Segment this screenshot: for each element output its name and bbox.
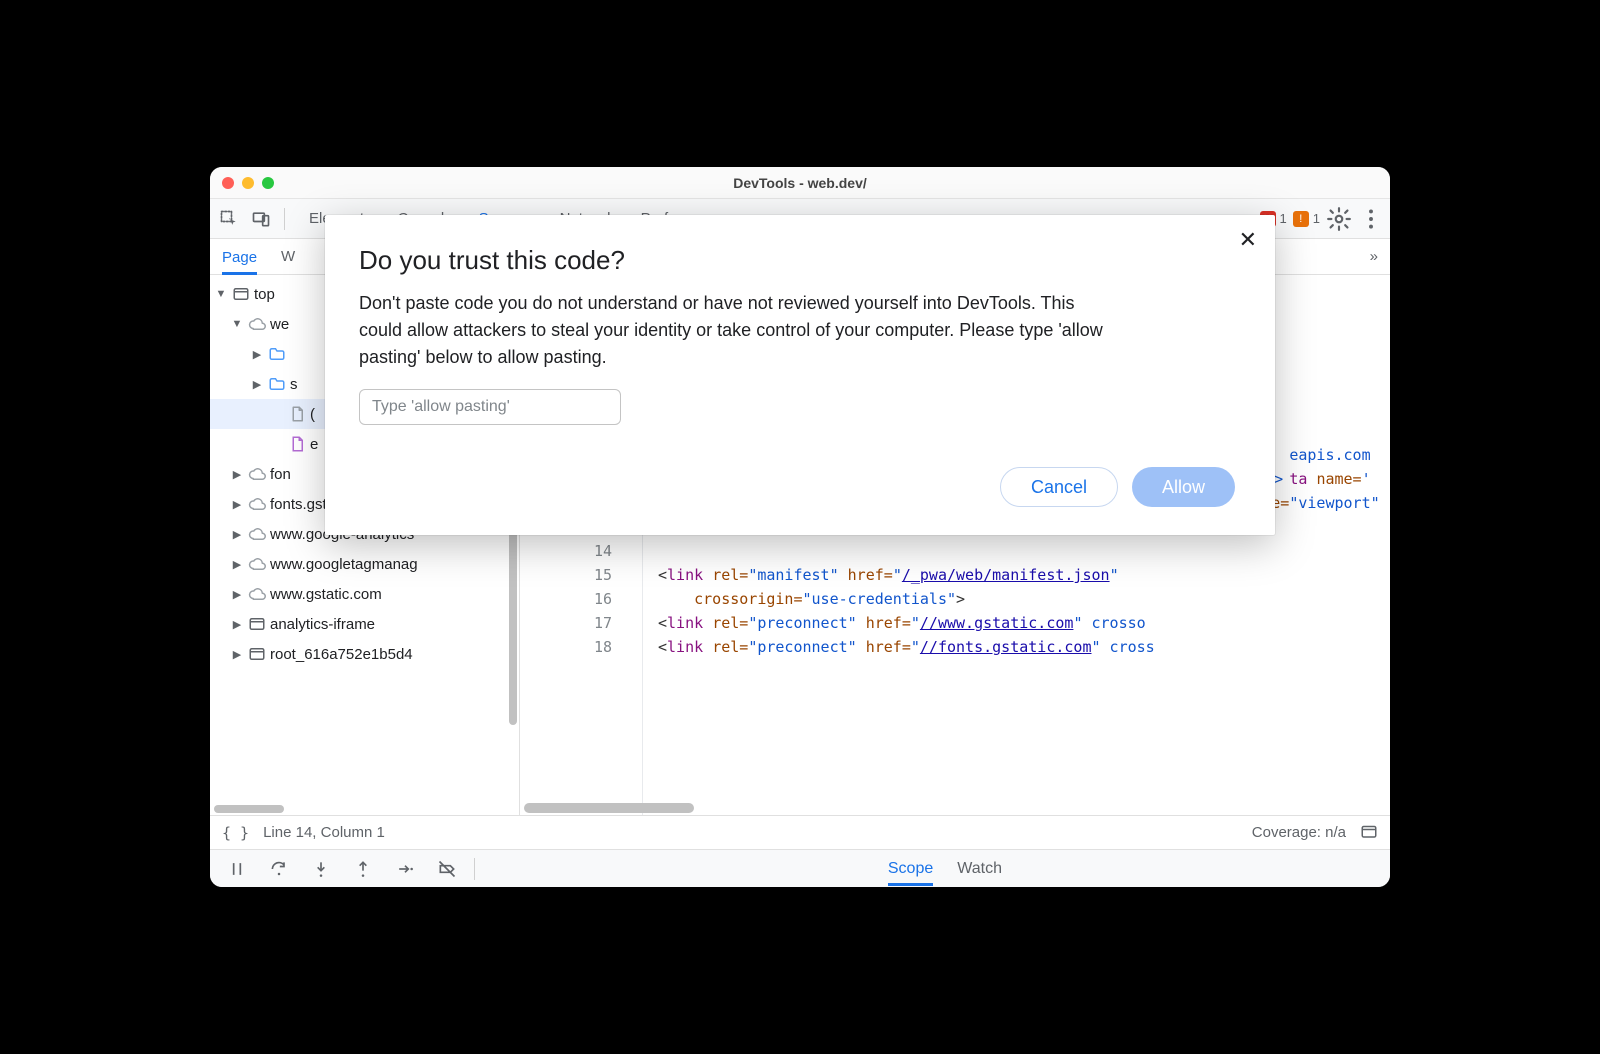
tree-label: root_616a752e1b5d4 (270, 646, 413, 663)
doc-purple-icon (288, 435, 306, 453)
navigator-tab-workspace[interactable]: W (281, 248, 295, 265)
settings-icon[interactable] (1326, 206, 1352, 232)
cloud-icon (248, 585, 266, 603)
tree-row[interactable]: ▶ www.gstatic.com (210, 579, 519, 609)
cloud-icon (248, 315, 266, 333)
sidebar-horizontal-scrollbar[interactable] (214, 805, 284, 813)
disclosure-triangle-icon[interactable]: ▶ (230, 648, 244, 661)
tree-label: fon (270, 466, 291, 483)
line-number: 15 (594, 563, 612, 587)
tree-row[interactable]: ▶ root_616a752e1b5d4 (210, 639, 519, 669)
line-number: 14 (594, 539, 612, 563)
cursor-position: Line 14, Column 1 (263, 824, 385, 841)
cloud-icon (248, 555, 266, 573)
tab-watch[interactable]: Watch (957, 860, 1002, 878)
trust-code-dialog: ✕ Do you trust this code? Don't paste co… (325, 215, 1275, 535)
tree-label: analytics-iframe (270, 616, 375, 633)
navigator-overflow-icon[interactable]: » (1370, 248, 1378, 265)
line-number: 16 (594, 587, 612, 611)
device-toolbar-icon[interactable] (248, 206, 274, 232)
line-number: 18 (594, 635, 612, 659)
close-icon[interactable]: ✕ (1239, 229, 1257, 251)
warning-badge[interactable]: ! 1 (1293, 211, 1320, 227)
warning-count: 1 (1313, 211, 1320, 226)
tree-label: ( (310, 406, 315, 423)
window-icon (248, 615, 266, 633)
separator (284, 208, 285, 230)
inspect-element-icon[interactable] (216, 206, 242, 232)
code-line: crossorigin="use-credentials"> (630, 587, 1390, 611)
step-over-button[interactable] (260, 854, 298, 884)
folder-blue-icon (268, 375, 286, 393)
pretty-print-icon[interactable]: { } (222, 824, 249, 842)
window-title: DevTools - web.dev/ (210, 175, 1390, 191)
doc-icon (288, 405, 306, 423)
window-icon (248, 645, 266, 663)
tree-label: www.gstatic.com (270, 586, 382, 603)
code-line (630, 539, 1390, 563)
code-line: <link rel="preconnect" href="//fonts.gst… (630, 635, 1390, 659)
tree-label: www.googletagmanag (270, 556, 418, 573)
disclosure-triangle-icon[interactable]: ▼ (230, 318, 244, 330)
code-line: <link rel="manifest" href="/_pwa/web/man… (630, 563, 1390, 587)
disclosure-triangle-icon[interactable]: ▶ (230, 468, 244, 481)
tab-scope[interactable]: Scope (888, 860, 933, 886)
tree-label: e (310, 436, 318, 453)
debugger-toolbar: Scope Watch (210, 849, 1390, 887)
disclosure-triangle-icon[interactable]: ▶ (250, 378, 264, 391)
editor-horizontal-scrollbar[interactable] (524, 803, 694, 813)
editor-status-bar: { } Line 14, Column 1 Coverage: n/a (210, 815, 1390, 849)
disclosure-triangle-icon[interactable]: ▶ (230, 558, 244, 571)
dialog-body: Don't paste code you do not understand o… (359, 290, 1119, 371)
line-number: 17 (594, 611, 612, 635)
pause-button[interactable] (218, 854, 256, 884)
step-into-button[interactable] (302, 854, 340, 884)
tree-row[interactable]: ▶ www.googletagmanag (210, 549, 519, 579)
step-button[interactable] (386, 854, 424, 884)
disclosure-triangle-icon[interactable]: ▶ (230, 618, 244, 631)
sidebar-toggle-icon[interactable] (1360, 822, 1378, 844)
tree-label: top (254, 286, 275, 303)
code-line: <link rel="preconnect" href="//www.gstat… (630, 611, 1390, 635)
cloud-icon (248, 495, 266, 513)
allow-button[interactable]: Allow (1132, 467, 1235, 507)
deactivate-breakpoints-button[interactable] (428, 854, 466, 884)
separator (474, 858, 475, 880)
step-out-button[interactable] (344, 854, 382, 884)
titlebar: DevTools - web.dev/ (210, 167, 1390, 199)
error-count: 1 (1280, 211, 1287, 226)
disclosure-triangle-icon[interactable]: ▶ (250, 348, 264, 361)
dialog-title: Do you trust this code? (359, 245, 1235, 276)
tree-label: we (270, 316, 289, 333)
allow-pasting-input[interactable] (359, 389, 621, 425)
disclosure-triangle-icon[interactable]: ▼ (214, 288, 228, 300)
cloud-icon (248, 525, 266, 543)
tree-row[interactable]: ▶ analytics-iframe (210, 609, 519, 639)
cancel-button[interactable]: Cancel (1000, 467, 1118, 507)
more-menu-icon[interactable] (1358, 206, 1384, 232)
folder-blue-icon (268, 345, 286, 363)
disclosure-triangle-icon[interactable]: ▶ (230, 498, 244, 511)
tree-label: s (290, 376, 298, 393)
navigator-tab-page[interactable]: Page (222, 249, 257, 275)
disclosure-triangle-icon[interactable]: ▶ (230, 528, 244, 541)
window-icon (232, 285, 250, 303)
disclosure-triangle-icon[interactable]: ▶ (230, 588, 244, 601)
scope-tabs: Scope Watch (888, 860, 1382, 878)
cloud-icon (248, 465, 266, 483)
warning-icon: ! (1293, 211, 1309, 227)
devtools-window: DevTools - web.dev/ Elements Console Sou… (210, 167, 1390, 887)
coverage-indicator: Coverage: n/a (1252, 824, 1346, 841)
